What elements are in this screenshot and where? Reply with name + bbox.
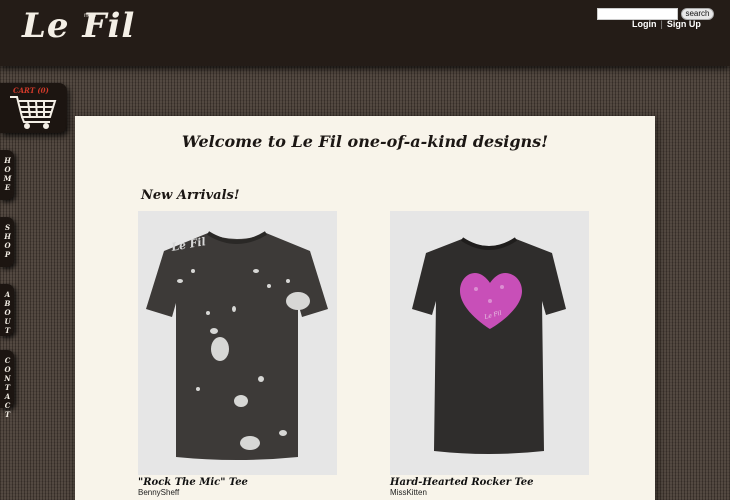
site-header: Le Fil new search Login | Sign Up: [0, 0, 730, 66]
product-image[interactable]: Le Fil: [390, 211, 589, 475]
product-name[interactable]: "Rock The Mic" Tee: [138, 477, 337, 488]
nav-tab-about-label: ABOUT: [3, 290, 12, 335]
link-separator: |: [660, 19, 663, 29]
account-links: Login | Sign Up: [632, 19, 701, 29]
nav-tab-contact[interactable]: CONTACT: [0, 350, 14, 419]
nav-tab-shop[interactable]: SHOP: [0, 217, 14, 267]
nav-tab-contact-label: CONTACT: [3, 356, 12, 419]
welcome-heading: Welcome to Le Fil one-of-a-kind designs!: [181, 132, 549, 151]
nav-tab-home-label: HOME: [3, 156, 12, 192]
section-title: New Arrivals!: [141, 188, 240, 203]
tshirt-image: Le Fil: [146, 231, 328, 460]
tshirt-image: Le Fil: [412, 237, 566, 454]
cart-button[interactable]: CART (0): [0, 83, 67, 133]
product-card[interactable]: Le Fil "Rock The Mic" Tee BennySheff: [138, 211, 337, 497]
nav-tab-home[interactable]: HOME: [0, 150, 14, 200]
product-author[interactable]: BennySheff: [138, 488, 337, 497]
shopping-cart-icon: [10, 96, 57, 129]
product-author[interactable]: MissKitten: [390, 488, 589, 497]
logo-badge: new: [84, 12, 97, 19]
product-card[interactable]: Le Fil Hard-Hearted Rocker Tee MissKitte…: [390, 211, 589, 497]
product-name[interactable]: Hard-Hearted Rocker Tee: [390, 477, 589, 488]
product-image[interactable]: Le Fil: [138, 211, 337, 475]
nav-tab-shop-label: SHOP: [3, 223, 12, 259]
login-link[interactable]: Login: [632, 19, 657, 29]
content-panel: Welcome to Le Fil one-of-a-kind designs!…: [75, 116, 655, 500]
signup-link[interactable]: Sign Up: [667, 19, 701, 29]
site-logo[interactable]: Le Fil: [22, 6, 135, 46]
nav-tab-about[interactable]: ABOUT: [0, 284, 14, 336]
